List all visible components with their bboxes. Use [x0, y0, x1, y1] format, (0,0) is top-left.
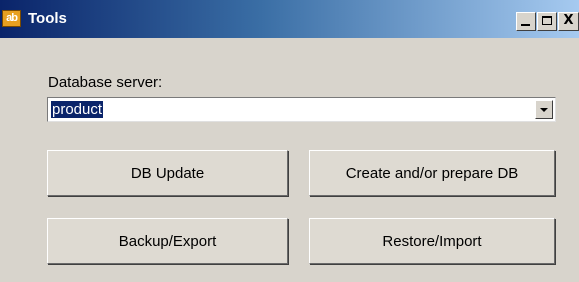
dropdown-button[interactable]	[535, 100, 553, 119]
close-button[interactable]: X	[558, 12, 579, 31]
maximize-icon	[542, 16, 552, 25]
create-prepare-db-button[interactable]: Create and/or prepare DB	[309, 150, 555, 196]
tools-window: ab Tools X Database server: product DB U…	[0, 0, 579, 282]
restore-import-button[interactable]: Restore/Import	[309, 218, 555, 264]
database-server-label: Database server:	[48, 74, 163, 91]
minimize-icon	[521, 24, 530, 26]
title-bar[interactable]: ab Tools X	[0, 0, 579, 38]
window-title: Tools	[28, 10, 67, 27]
database-server-value[interactable]: product	[51, 101, 104, 118]
db-update-button[interactable]: DB Update	[47, 150, 288, 196]
minimize-button[interactable]	[516, 12, 536, 31]
backup-export-button[interactable]: Backup/Export	[47, 218, 288, 264]
database-server-combobox[interactable]: product	[47, 97, 556, 122]
maximize-button[interactable]	[537, 12, 557, 31]
chevron-down-icon	[540, 108, 548, 112]
close-icon: X	[563, 13, 574, 28]
app-icon[interactable]: ab	[2, 10, 21, 27]
